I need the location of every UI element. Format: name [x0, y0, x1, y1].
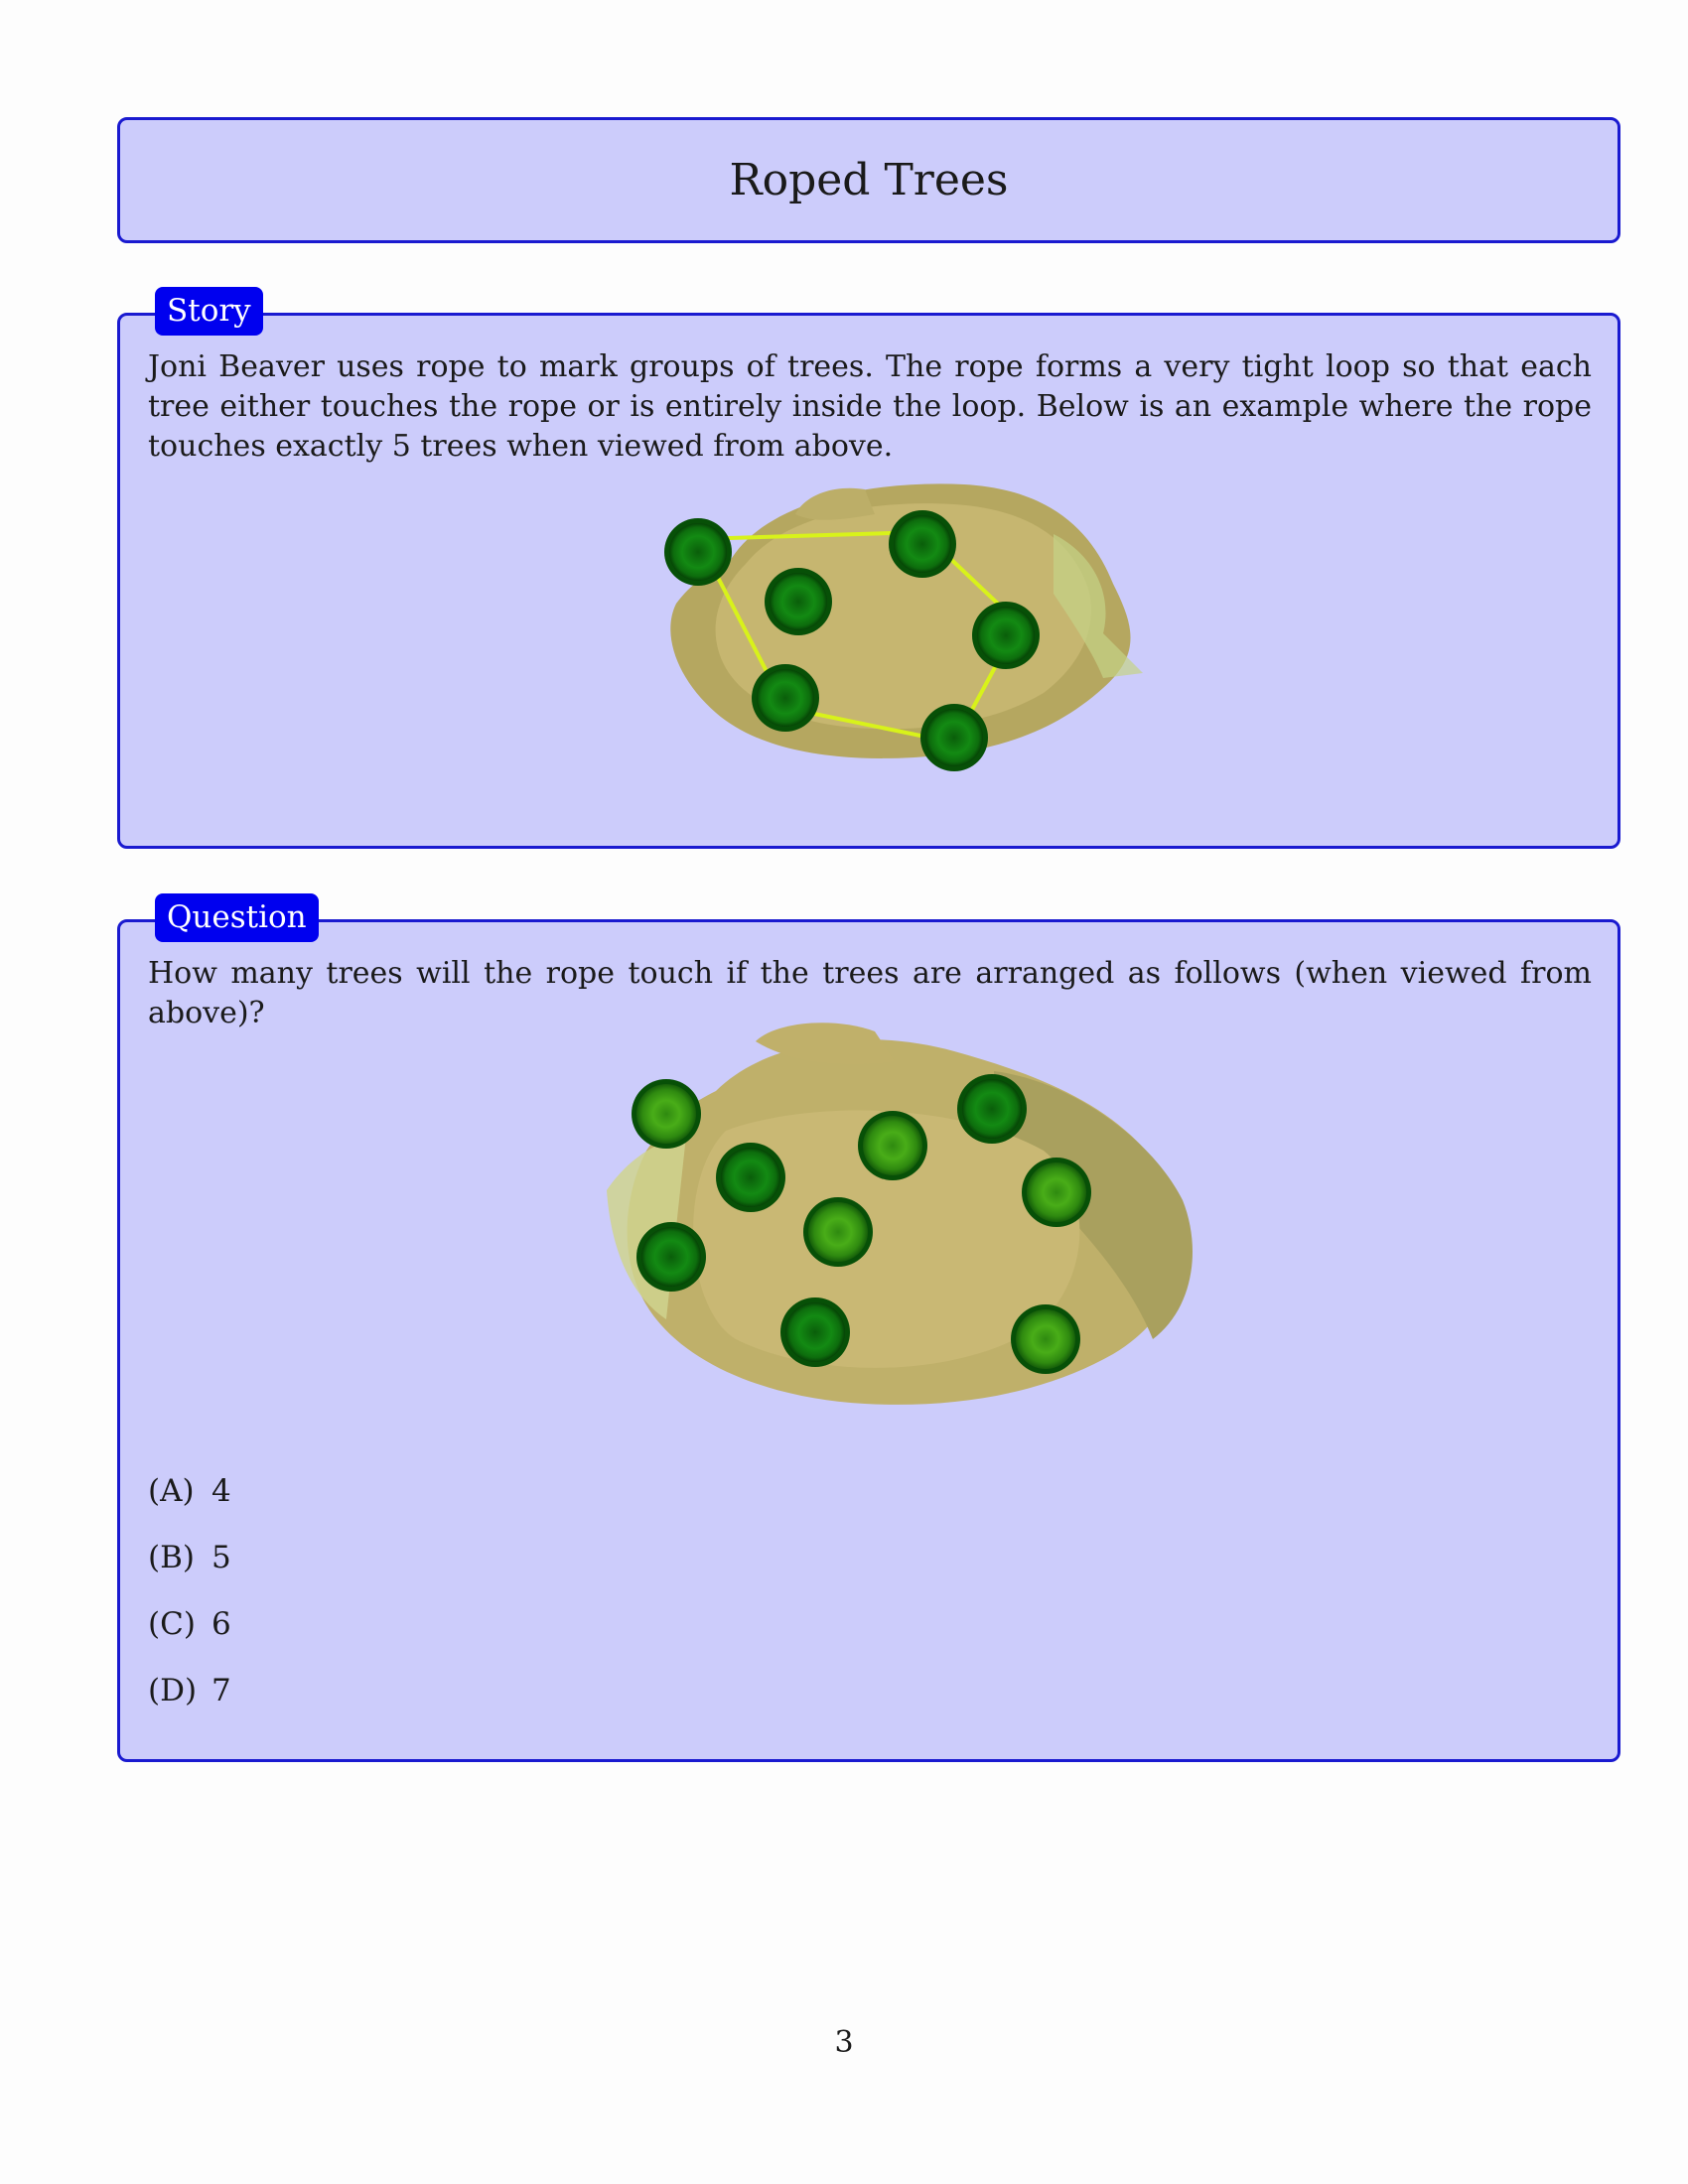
tree — [858, 1111, 927, 1180]
tree — [752, 664, 819, 732]
page-title: Roped Trees — [729, 155, 1009, 205]
answer-options: (A) 4 (B) 5 (C) 6 (D) 7 — [148, 1473, 231, 1739]
page-number: 3 — [834, 2025, 854, 2060]
option-value: 6 — [211, 1606, 231, 1642]
tree — [664, 518, 732, 586]
tree — [803, 1197, 873, 1267]
tree — [1022, 1158, 1091, 1227]
tree — [780, 1297, 850, 1367]
story-text: Joni Beaver uses rope to mark groups of … — [148, 349, 1592, 464]
answer-option-b[interactable]: (B) 5 — [148, 1540, 231, 1606]
question-label: Question — [155, 893, 319, 942]
tree — [716, 1143, 785, 1212]
tree — [889, 510, 956, 578]
option-letter: (C) — [148, 1606, 196, 1642]
option-value: 5 — [211, 1540, 231, 1575]
tree — [636, 1222, 706, 1292]
story-box: Joni Beaver uses rope to mark groups of … — [117, 313, 1620, 849]
tree — [765, 568, 832, 635]
tree — [632, 1079, 701, 1149]
tree — [920, 704, 988, 771]
option-letter: (D) — [148, 1673, 198, 1708]
story-label: Story — [155, 287, 263, 336]
answer-option-c[interactable]: (C) 6 — [148, 1606, 231, 1673]
option-letter: (A) — [148, 1473, 195, 1509]
option-value: 4 — [211, 1473, 231, 1509]
ground-patch — [607, 1023, 1193, 1405]
question-box: How many trees will the rope touch if th… — [117, 919, 1620, 1762]
answer-option-d[interactable]: (D) 7 — [148, 1673, 231, 1739]
tree — [1011, 1304, 1080, 1374]
answer-option-a[interactable]: (A) 4 — [148, 1473, 231, 1540]
option-value: 7 — [211, 1673, 231, 1708]
option-letter: (B) — [148, 1540, 195, 1575]
story-figure — [664, 483, 1143, 771]
question-figure — [607, 1023, 1193, 1405]
tree — [972, 602, 1040, 669]
title-box: Roped Trees — [117, 117, 1620, 243]
tree — [957, 1074, 1027, 1144]
